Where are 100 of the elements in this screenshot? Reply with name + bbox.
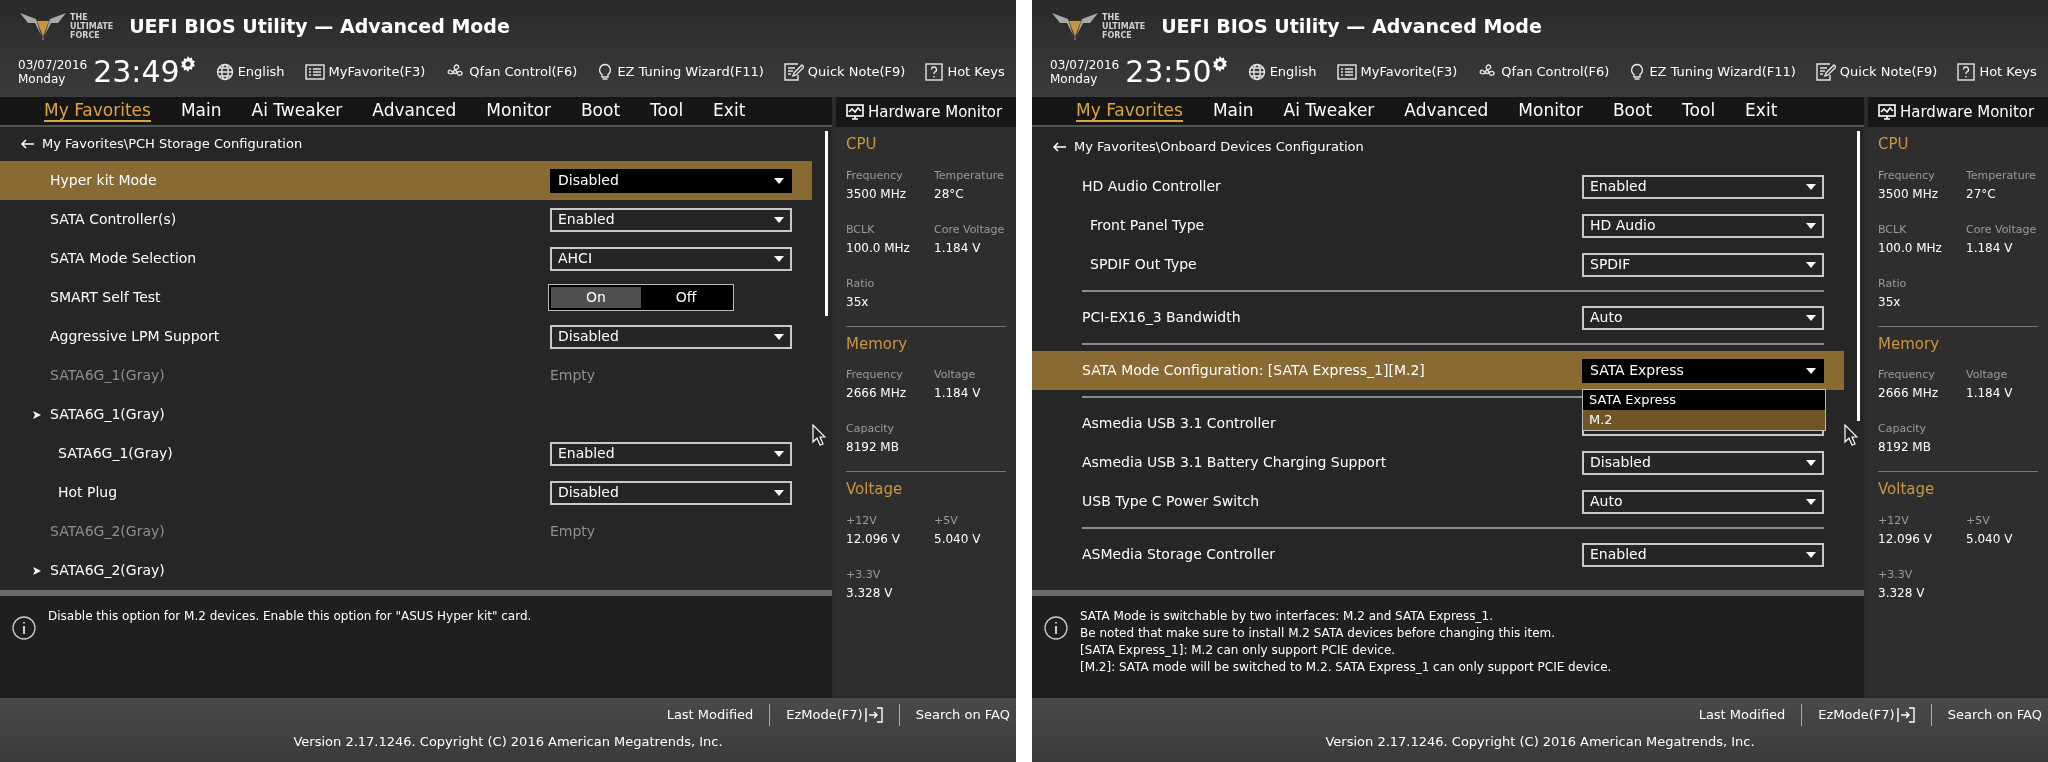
lightbulb-icon bbox=[597, 63, 614, 81]
toolbar-button[interactable]: Hot Keys bbox=[925, 62, 1005, 82]
footer-button[interactable]: Search on FAQ bbox=[1947, 705, 2042, 725]
dropdown[interactable]: Disabled bbox=[1582, 450, 1824, 475]
menu-tab[interactable]: Boot bbox=[1612, 100, 1653, 122]
globe-icon bbox=[1247, 63, 1266, 81]
reading-label: Core Voltage bbox=[1966, 221, 2038, 238]
menu-tab[interactable]: Tool bbox=[650, 100, 684, 122]
caret-icon bbox=[1806, 367, 1816, 374]
scrollbar[interactable] bbox=[1857, 131, 1860, 421]
reading-value: 3.328 V bbox=[1878, 584, 1926, 602]
reading-label: Ratio bbox=[1878, 275, 1908, 292]
dropdown[interactable]: Enabled bbox=[550, 441, 792, 466]
dropdown[interactable]: AHCI bbox=[550, 246, 792, 271]
menu-tab[interactable]: Tool bbox=[1682, 100, 1716, 122]
settings-icon bbox=[179, 56, 196, 72]
menu-tab[interactable]: Ai Tweaker bbox=[251, 100, 343, 122]
caret-icon bbox=[1806, 498, 1816, 505]
setting-label: Asmedia USB 3.1 Controller bbox=[1082, 414, 1276, 433]
toolbar-button[interactable]: MyFavorite(F3) bbox=[304, 62, 426, 82]
scrollbar[interactable] bbox=[825, 131, 828, 316]
footer-button[interactable]: EzMode(F7) bbox=[786, 705, 883, 725]
caret-icon bbox=[774, 333, 784, 340]
menu-tab[interactable]: Advanced bbox=[1404, 100, 1489, 122]
note-pencil-icon bbox=[783, 63, 804, 81]
menu-tab[interactable]: Monitor bbox=[1518, 100, 1583, 122]
menu-tab[interactable]: My Favorites bbox=[1076, 100, 1183, 122]
toggle-option[interactable]: On bbox=[551, 287, 641, 308]
setting-label: USB Type C Power Switch bbox=[1082, 492, 1260, 511]
footer-button[interactable]: Last Modified bbox=[1698, 705, 1786, 725]
toolbar-button[interactable]: Hot Keys bbox=[1957, 62, 2037, 82]
dropdown[interactable]: Disabled bbox=[550, 168, 792, 193]
back-arrow-icon bbox=[20, 139, 34, 149]
reading-label: BCLK bbox=[846, 221, 876, 238]
menu-tab[interactable]: Ai Tweaker bbox=[1283, 100, 1375, 122]
breadcrumb[interactable]: My Favorites\PCH Storage Configuration bbox=[0, 127, 832, 161]
question-icon bbox=[925, 63, 944, 81]
reading-value: 3500 MHz bbox=[1878, 185, 1940, 203]
reading-label: Capacity bbox=[1878, 421, 1928, 437]
caret-icon bbox=[1806, 459, 1816, 466]
footer-button[interactable]: Search on FAQ bbox=[915, 705, 1010, 725]
toolbar-button[interactable]: MyFavorite(F3) bbox=[1336, 62, 1458, 82]
menu-tab[interactable]: My Favorites bbox=[44, 100, 151, 122]
toolbar-button[interactable]: EZ Tuning Wizard(F11) bbox=[597, 62, 764, 82]
toolbar-button[interactable]: EZ Tuning Wizard(F11) bbox=[1629, 62, 1796, 82]
dropdown[interactable]: Auto bbox=[1582, 305, 1824, 330]
reading-value: 12.096 V bbox=[1878, 530, 1933, 548]
dropdown-option[interactable]: M.2 bbox=[1583, 409, 1825, 430]
reading-label: Frequency bbox=[846, 367, 904, 383]
footer-button[interactable]: EzMode(F7) bbox=[1818, 705, 1915, 725]
footer-button[interactable]: Last Modified bbox=[666, 705, 754, 725]
breadcrumb[interactable]: My Favorites\Onboard Devices Configuration bbox=[1032, 127, 1864, 167]
dropdown[interactable]: Enabled bbox=[550, 207, 792, 232]
menu-tab[interactable]: Exit bbox=[713, 100, 746, 122]
menu-tab[interactable]: Boot bbox=[580, 100, 621, 122]
menu-tab[interactable]: Monitor bbox=[486, 100, 551, 122]
help-text: [SATA Express_1]: M.2 can only support PCIE device. bbox=[1080, 642, 1397, 659]
reading-label: Voltage bbox=[934, 367, 977, 383]
dropdown[interactable]: SPDIF bbox=[1582, 252, 1824, 277]
toolbar-button[interactable]: English bbox=[215, 62, 285, 82]
logo-text: THE bbox=[70, 12, 89, 22]
window-title: UEFI BIOS Utility — Advanced Mode bbox=[129, 13, 510, 39]
menu-tab[interactable]: Main bbox=[1212, 100, 1254, 122]
caret-icon bbox=[774, 216, 784, 223]
settings-icon bbox=[1211, 56, 1228, 72]
reading-value: 12.096 V bbox=[846, 530, 901, 548]
toolbar-button[interactable]: Quick Note(F9) bbox=[1815, 62, 1938, 82]
reading-label: BCLK bbox=[1878, 221, 1908, 238]
reading-value: 1.184 V bbox=[934, 239, 982, 257]
help-text: Disable this option for M.2 devices. Enable this option for "ASUS Hyper kit" card. bbox=[48, 608, 532, 625]
menu-tab[interactable]: Main bbox=[180, 100, 222, 122]
back-arrow-icon bbox=[1052, 142, 1066, 152]
caret-icon bbox=[774, 255, 784, 262]
caret-icon bbox=[1806, 183, 1816, 190]
reading-value: 1.184 V bbox=[1966, 239, 2014, 257]
toolbar-button[interactable]: English bbox=[1247, 62, 1317, 82]
help-text: Be noted that make sure to install M.2 SATA devices before changing this item. bbox=[1080, 625, 1557, 642]
menu-tab[interactable]: Advanced bbox=[372, 100, 457, 122]
menu-tab[interactable]: Exit bbox=[1745, 100, 1778, 122]
selected-row-highlight[interactable]: Hyper kit Mode Disabled bbox=[0, 161, 812, 200]
caret-icon bbox=[774, 450, 784, 457]
date-text: 03/07/2016 bbox=[18, 58, 88, 72]
setting-label: Aggressive LPM Support bbox=[50, 327, 220, 346]
toolbar-button[interactable]: Qfan Control(F6) bbox=[445, 62, 578, 82]
setting-label: PCI-EX16_3 Bandwidth bbox=[1082, 308, 1241, 327]
dropdown[interactable]: Enabled bbox=[1582, 174, 1824, 199]
toolbar-button[interactable]: Quick Note(F9) bbox=[783, 62, 906, 82]
toolbar-button[interactable]: Qfan Control(F6) bbox=[1477, 62, 1610, 82]
reading-label: +12V bbox=[846, 512, 878, 529]
dropdown[interactable]: Disabled bbox=[550, 324, 792, 349]
section-title: CPU bbox=[1878, 134, 1910, 155]
dropdown[interactable]: Auto bbox=[1582, 489, 1824, 514]
toggle-switch[interactable]: On Off bbox=[548, 284, 734, 311]
reading-label: Temperature bbox=[934, 167, 1005, 184]
dropdown[interactable]: SATA Express bbox=[1582, 358, 1824, 383]
panel-title: Hardware Monitor bbox=[1900, 101, 2035, 123]
dropdown[interactable]: HD Audio bbox=[1582, 213, 1824, 238]
dropdown[interactable]: Disabled bbox=[550, 480, 792, 505]
dropdown[interactable]: Enabled bbox=[1582, 542, 1824, 567]
section-title: Voltage bbox=[846, 479, 904, 500]
